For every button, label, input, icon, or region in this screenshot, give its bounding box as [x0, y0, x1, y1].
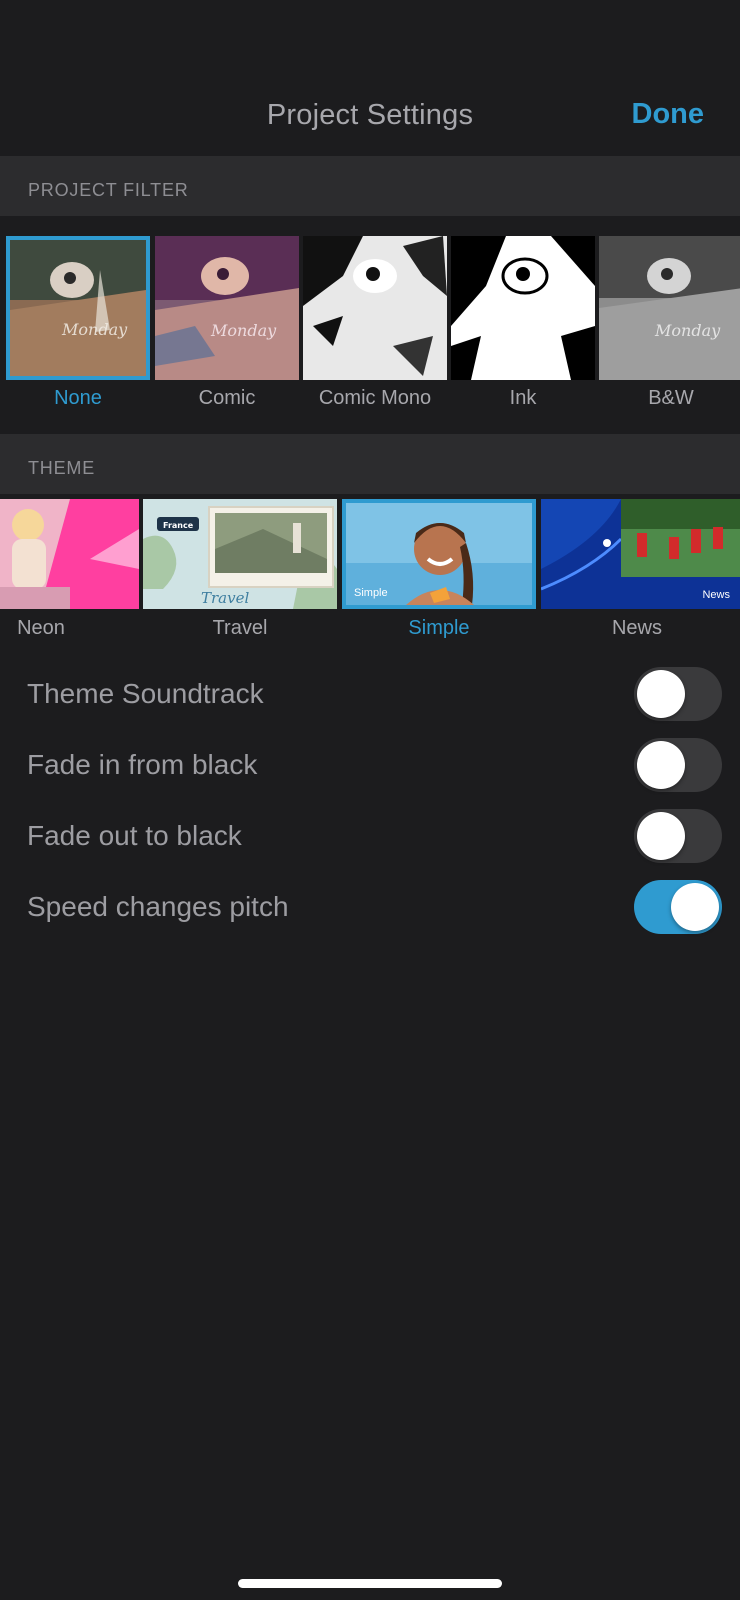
setting-label: Speed changes pitch	[27, 891, 289, 922]
project-filter-section-label: PROJECT FILTER	[28, 180, 189, 200]
filter-thumb-comic[interactable]: Monday	[155, 236, 299, 380]
theme-thumb-neon[interactable]	[0, 499, 139, 609]
filter-thumb-bw[interactable]: Monday	[599, 236, 740, 380]
svg-text:Monday: Monday	[210, 321, 277, 340]
filter-label-comic-mono: Comic Mono	[318, 387, 432, 409]
navigation-bar: Project Settings Done	[0, 0, 740, 156]
setting-row-speed-pitch: Speed changes pitch	[0, 878, 740, 938]
theme-soundtrack-toggle[interactable]	[634, 667, 722, 721]
simple-thumb-caption: Simple	[354, 587, 388, 599]
setting-row-theme-soundtrack: Theme Soundtrack	[0, 665, 740, 725]
filter-label-bw: B&W	[648, 387, 694, 409]
theme-label-news: News	[611, 617, 662, 639]
setting-label: Fade in from black	[27, 749, 258, 780]
filter-label-none: None	[54, 387, 102, 409]
speed-changes-pitch-toggle[interactable]	[634, 880, 722, 934]
news-thumb-caption: News	[702, 589, 730, 601]
theme-section-label: THEME	[28, 458, 95, 478]
svg-text:Monday: Monday	[61, 320, 128, 339]
toggle-knob	[637, 670, 685, 718]
theme-thumb-news[interactable]: News	[541, 499, 740, 609]
filter-preview-image	[303, 236, 447, 380]
filter-thumb-comic-mono[interactable]	[303, 236, 447, 380]
filter-preview-image: Monday	[599, 236, 740, 380]
theme-thumb-travel[interactable]: France Travel	[143, 499, 337, 609]
project-filter-header: PROJECT FILTER	[0, 156, 740, 216]
toggle-knob	[637, 741, 685, 789]
svg-text:Monday: Monday	[654, 321, 721, 340]
home-indicator[interactable]	[238, 1579, 502, 1588]
done-button[interactable]: Done	[632, 98, 705, 131]
setting-row-fade-in: Fade in from black	[0, 736, 740, 796]
filter-preview-image	[451, 236, 595, 380]
theme-label-travel: Travel	[212, 617, 268, 639]
fade-in-toggle[interactable]	[634, 738, 722, 792]
filter-label-comic: Comic	[198, 387, 256, 409]
setting-label: Theme Soundtrack	[27, 678, 264, 709]
setting-row-fade-out: Fade out to black	[0, 807, 740, 867]
theme-label-neon: Neon	[17, 617, 65, 639]
svg-text:France: France	[163, 521, 194, 530]
filter-thumb-ink[interactable]	[451, 236, 595, 380]
theme-thumb-simple[interactable]: Simple	[342, 499, 536, 609]
filter-thumb-none[interactable]: Monday	[6, 236, 150, 380]
toggle-knob	[637, 812, 685, 860]
theme-label-simple: Simple	[408, 617, 470, 639]
theme-preview-image	[0, 499, 139, 609]
theme-preview-image: France Travel	[143, 499, 337, 609]
theme-header: THEME	[0, 434, 740, 494]
fade-out-toggle[interactable]	[634, 809, 722, 863]
filter-label-ink: Ink	[509, 387, 537, 409]
travel-thumb-caption: Travel	[201, 589, 249, 607]
setting-label: Fade out to black	[27, 820, 242, 851]
toggle-knob	[671, 883, 719, 931]
filter-preview-image: Monday	[10, 240, 146, 376]
page-title: Project Settings	[266, 99, 474, 131]
filter-preview-image: Monday	[155, 236, 299, 380]
